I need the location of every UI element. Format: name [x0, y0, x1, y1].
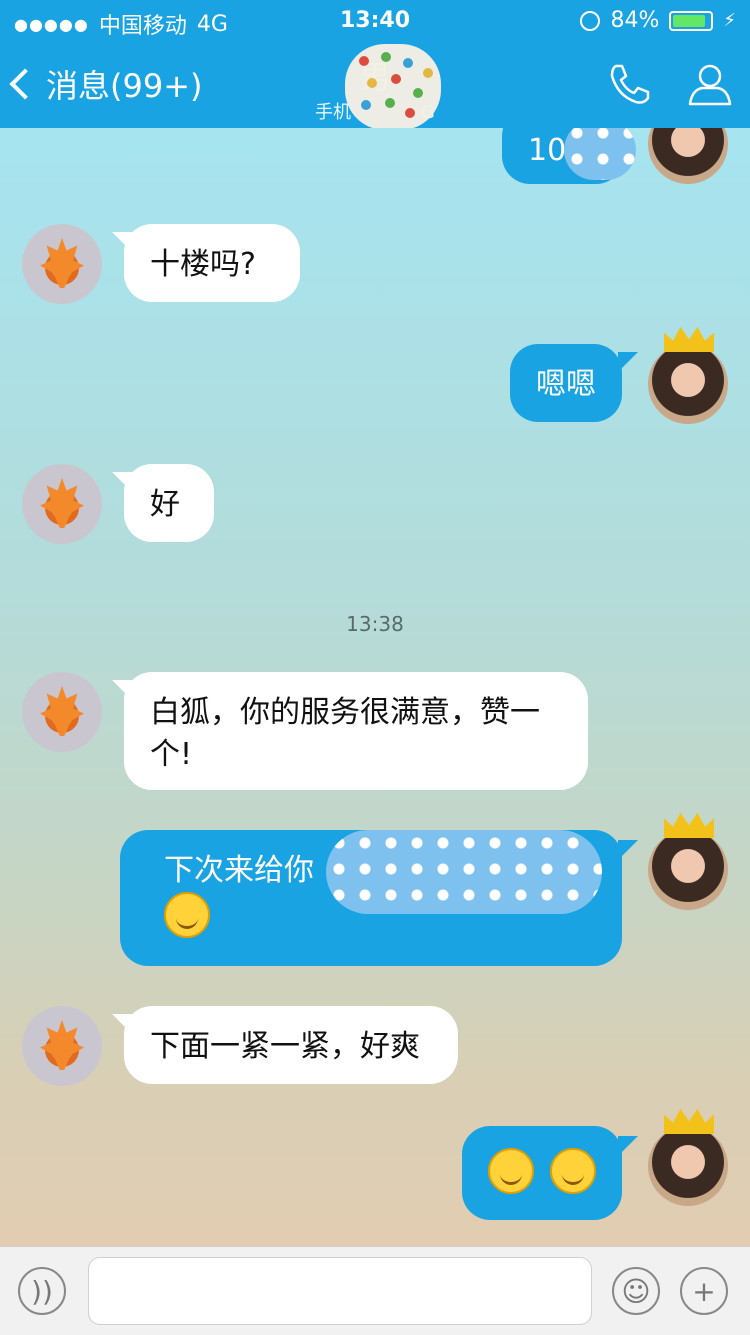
- message-text-line2: 个!: [150, 737, 193, 772]
- charging-icon: ⚡: [723, 10, 736, 31]
- crown-icon: [664, 1108, 714, 1134]
- message-out[interactable]: 嗯嗯: [510, 344, 622, 422]
- status-right: 84% ⚡: [580, 8, 736, 33]
- user-icon[interactable]: [686, 60, 734, 108]
- emoji-button[interactable]: ☺: [612, 1267, 660, 1315]
- crown-icon: [664, 812, 714, 838]
- message-input[interactable]: [88, 1257, 592, 1325]
- plus-button[interactable]: +: [680, 1267, 728, 1315]
- bubble-tail: [618, 1136, 638, 1156]
- avatar-contact[interactable]: [22, 224, 102, 304]
- bubble-tail: [618, 840, 638, 860]
- avatar-self[interactable]: [648, 344, 728, 424]
- message-text: 十楼吗?: [150, 247, 256, 282]
- message-text-line1: 白狐，你的服务很满意，赞一: [150, 695, 540, 730]
- message-text: 好: [150, 487, 180, 522]
- message-in[interactable]: 白狐，你的服务很满意，赞一 个!: [124, 672, 588, 790]
- rotation-lock-icon: [580, 10, 601, 31]
- message-out[interactable]: [462, 1126, 622, 1220]
- chat-area[interactable]: 10 十楼吗? 嗯嗯 好 13:38 白狐，你的服务很满意，赞一 个! 下次来给…: [0, 128, 750, 1246]
- subtitle-text: 手机: [315, 102, 352, 123]
- redaction-blob: [564, 128, 636, 180]
- crown-icon: [664, 326, 714, 352]
- battery-percent: 84%: [610, 8, 660, 33]
- input-bar: )) ☺ +: [0, 1246, 750, 1335]
- grin-emoji-icon: [164, 892, 210, 938]
- nav-bar: 消息(99+) 男 手机G: [0, 40, 750, 130]
- status-bar: ●●●●● 中国移动 4G 13:40 84% ⚡: [0, 0, 750, 40]
- dizzy-emoji-icon: [488, 1148, 534, 1194]
- voice-button[interactable]: )): [18, 1267, 66, 1315]
- message-in[interactable]: 好: [124, 464, 214, 542]
- message-in[interactable]: 十楼吗?: [124, 224, 300, 302]
- message-text: 下面一紧一紧，好爽: [150, 1029, 420, 1064]
- nav-actions: [604, 40, 734, 128]
- plus-icon: +: [692, 1274, 716, 1308]
- message-in[interactable]: 下面一紧一紧，好爽: [124, 1006, 458, 1084]
- redaction-blob: [345, 44, 441, 130]
- phone-icon[interactable]: [604, 60, 652, 108]
- redaction-blob: [326, 830, 602, 914]
- battery-icon: [669, 10, 714, 31]
- emoji-icon: ☺: [621, 1274, 651, 1308]
- message-text: 嗯嗯: [536, 367, 596, 402]
- timestamp: 13:38: [346, 612, 404, 636]
- avatar-self[interactable]: [648, 128, 728, 184]
- bubble-tail: [618, 352, 638, 372]
- voice-icon: )): [31, 1274, 53, 1308]
- avatar-self[interactable]: [648, 1126, 728, 1206]
- dizzy-emoji-icon: [549, 1148, 596, 1194]
- avatar-contact[interactable]: [22, 1006, 102, 1086]
- avatar-self[interactable]: [648, 830, 728, 910]
- avatar-contact[interactable]: [22, 672, 102, 752]
- message-text: 10: [528, 133, 567, 168]
- avatar-contact[interactable]: [22, 464, 102, 544]
